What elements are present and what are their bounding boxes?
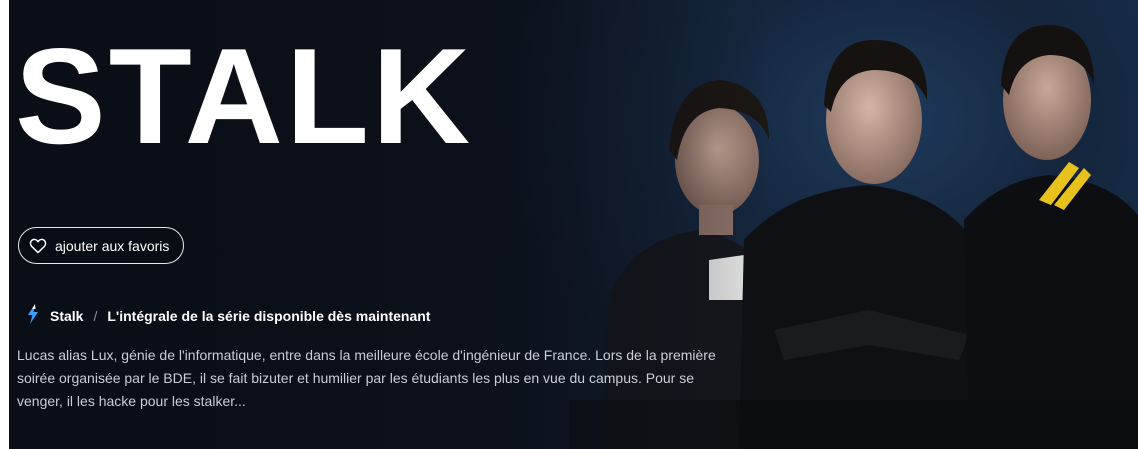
show-title: STALK [15,20,474,172]
heart-outline-icon [29,238,47,254]
program-meta: Stalk / L'intégrale de la série disponib… [26,304,430,327]
hero-banner: STALK ajouter aux favoris Stalk / L'inté… [9,0,1138,449]
synopsis: Lucas alias Lux, génie de l'informatique… [17,347,716,409]
breadcrumb-separator: / [93,307,98,324]
channel-logo-icon [26,304,40,327]
add-to-favorites-label: ajouter aux favoris [55,237,170,254]
show-name-link[interactable]: Stalk [50,308,83,324]
program-subtitle: L'intégrale de la série disponible dès m… [107,307,431,324]
add-to-favorites-button[interactable]: ajouter aux favoris [18,227,185,264]
